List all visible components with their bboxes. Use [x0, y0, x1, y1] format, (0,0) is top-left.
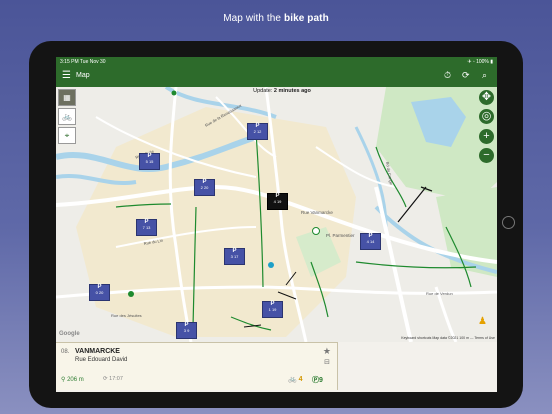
station-number: 08. [61, 349, 70, 355]
docks-count: 9 [319, 377, 323, 384]
station-marker[interactable]: P0 20 [89, 284, 110, 301]
label-jesuites: Rue des Jésuites [111, 313, 142, 318]
tablet-frame: 3:15 PM Tue Nov 30 ✈ ◦ 100% ▮ ☰ Map ⏱ ⟳ … [29, 41, 523, 408]
station-detail-panel[interactable]: 08. VANMARCKE Rue Edouard David ★ ⊟ ⚲ 20… [56, 342, 338, 390]
update-prefix: Update: [253, 88, 274, 94]
favorite-star-icon[interactable]: ★ [323, 346, 331, 357]
satellite-layer-icon[interactable]: ▦ [58, 89, 76, 106]
status-bar: 3:15 PM Tue Nov 30 ✈ ◦ 100% ▮ [56, 57, 497, 66]
docks-available: Ⓟ9 [312, 375, 323, 385]
timer-icon[interactable]: ⏱ [444, 70, 451, 81]
station-marker[interactable]: P5 15 [139, 153, 160, 170]
refresh-icon[interactable]: ⟳ [462, 70, 470, 81]
station-marker[interactable]: P1 19 [262, 301, 283, 318]
bike-layer-icon[interactable]: 🚲 [58, 108, 76, 125]
promo-headline: Map with the bike path [0, 13, 552, 24]
update-indicator: Update: 2 minutes ago [242, 88, 322, 94]
distance: ⚲ 206 m [61, 377, 84, 383]
station-marker[interactable]: P2 12 [247, 123, 268, 140]
last-update-time: 17:07 [109, 376, 123, 382]
station-street: Rue Edouard David [75, 357, 128, 363]
bikes-count: 4 [298, 376, 303, 383]
station-marker[interactable]: P3 9 [176, 322, 197, 339]
headline-prefix: Map with the [223, 13, 284, 24]
station-marker[interactable]: P4 14 [360, 233, 381, 250]
search-icon[interactable]: ⌕ [482, 70, 487, 81]
hamburger-icon[interactable]: ☰ [62, 70, 71, 81]
label-vanmarcke: Rue Vanmarcke [301, 210, 333, 215]
bike-icon: 🚲 [288, 376, 297, 383]
status-time: 3:15 PM Tue Nov 30 [60, 59, 106, 65]
map-attribution[interactable]: Keyboard shortcuts Map data ©2021 100 m … [401, 336, 495, 340]
home-button[interactable] [502, 216, 515, 229]
delete-icon[interactable]: ⊟ [324, 358, 330, 366]
app-bar: ☰ Map ⏱ ⟳ ⌕ [56, 66, 497, 87]
status-indicators: ✈ ◦ 100% ▮ [467, 59, 493, 65]
location-pin-icon[interactable]: ⌖ [58, 127, 76, 144]
street-view-pegman-icon[interactable]: ♟ [478, 316, 487, 327]
update-value: 2 minutes ago [273, 88, 311, 94]
move-icon[interactable]: ✥ [479, 90, 494, 105]
station-marker[interactable]: P2 20 [194, 179, 215, 196]
locate-icon[interactable]: ◎ [479, 109, 494, 124]
station-marker-selected[interactable]: P4 19 [267, 193, 288, 210]
station-name: VANMARCKE [75, 348, 120, 355]
station-marker[interactable]: P7 13 [136, 219, 157, 236]
zoom-out-button[interactable]: − [479, 148, 494, 163]
last-update: ⟳ 17:07 [103, 376, 123, 382]
label-verdun: Rue de Verdun [426, 291, 453, 296]
zoom-in-button[interactable]: + [479, 129, 494, 144]
distance-value: 206 m [67, 377, 84, 383]
map-view[interactable]: River Belle Rue de la Renaissance Rue du… [56, 87, 497, 342]
bikes-available: 🚲 4 [288, 375, 303, 383]
app-screen: 3:15 PM Tue Nov 30 ✈ ◦ 100% ▮ ☰ Map ⏱ ⟳ … [56, 57, 497, 392]
station-marker[interactable]: P3 17 [224, 248, 245, 265]
parking-icon: Ⓟ [312, 377, 319, 384]
app-title: Map [76, 72, 90, 79]
label-parmentier: Pl. Parmentier [326, 233, 355, 238]
headline-bold: bike path [283, 13, 329, 24]
google-logo: Google [59, 331, 80, 337]
